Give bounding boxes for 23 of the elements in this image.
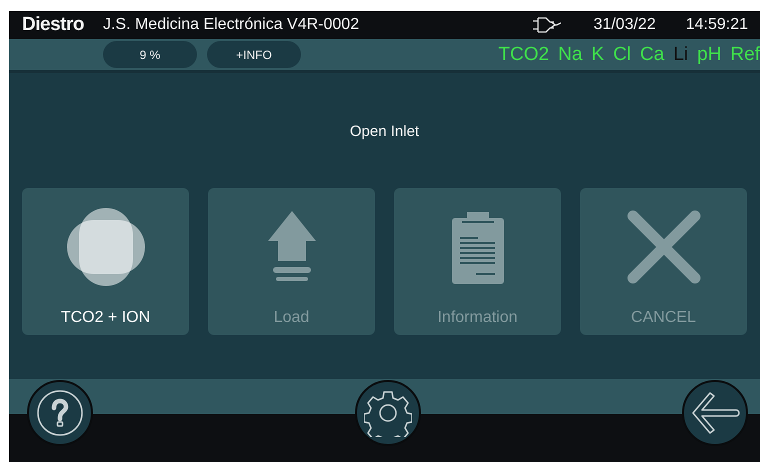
upload-arrow-icon [268,211,316,283]
analyte-label: TCO2 [498,44,550,66]
device-title: J.S. Medicina Electrónica V4R-0002 [102,16,360,34]
settings-icon [364,389,412,437]
time-text: 14:59:21 [686,16,748,34]
back-arrow-icon [690,390,740,436]
analyte-label: Ca [640,44,664,66]
date-text: 31/03/22 [593,16,656,34]
percent-button[interactable]: 9 % [103,41,197,68]
help-icon [35,388,85,438]
analyte-label: Ref [730,44,760,66]
analyte-label: Li [673,44,688,66]
analyte-label: Cl [613,44,632,66]
close-icon [626,210,700,284]
analyte-label: Na [558,44,582,66]
prompt-text: Open Inlet [350,123,420,140]
overlapping-shapes-icon [66,208,144,286]
analyte-label: pH [697,44,722,66]
menu-tile[interactable]: TCO2 + ION [22,188,189,335]
analyte-label: K [591,44,604,66]
info-button[interactable]: +INFO [207,41,301,68]
logo: Diestro [22,14,84,36]
clipboard-icon [452,210,504,284]
